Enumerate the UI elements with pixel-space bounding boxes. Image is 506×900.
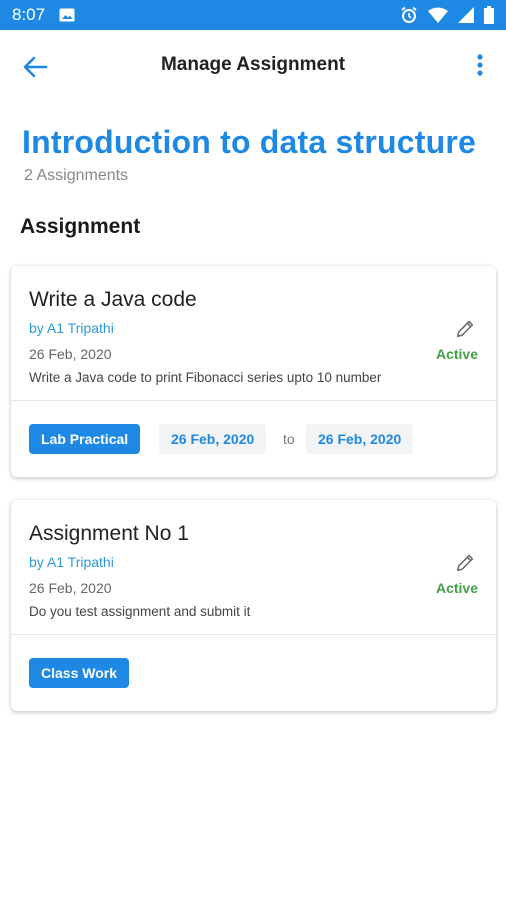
status-bar: 8:07 — [0, 0, 506, 30]
app-bar: Manage Assignment — [0, 30, 506, 102]
edit-icon[interactable] — [454, 552, 476, 574]
section-title: Assignment — [20, 215, 141, 238]
assignment-author[interactable]: by A1 Tripathi — [29, 554, 114, 570]
divider — [11, 634, 496, 635]
date-range-separator: to — [283, 431, 295, 447]
assignment-card[interactable]: Assignment No 1 by A1 Tripathi 26 Feb, 2… — [11, 500, 496, 711]
assignment-date: 26 Feb, 2020 — [29, 346, 112, 362]
start-date: 26 Feb, 2020 — [159, 424, 267, 454]
course-title: Introduction to data structure — [22, 124, 476, 160]
assignment-name: Write a Java code — [29, 288, 197, 311]
assignment-date: 26 Feb, 2020 — [29, 580, 112, 596]
status-time: 8:07 — [12, 5, 46, 24]
assignment-description: Write a Java code to print Fibonacci ser… — [29, 370, 382, 385]
edit-icon[interactable] — [454, 318, 476, 340]
end-date: 26 Feb, 2020 — [306, 424, 414, 454]
status-badge: Active — [435, 580, 478, 596]
assignment-type-chip[interactable]: Lab Practical — [29, 424, 141, 454]
signal-icon — [458, 7, 474, 23]
image-icon — [59, 8, 75, 22]
alarm-icon — [401, 6, 417, 23]
assignment-description: Do you test assignment and submit it — [29, 604, 251, 619]
battery-icon — [484, 6, 494, 24]
status-badge: Active — [435, 346, 478, 362]
assignment-card[interactable]: Write a Java code by A1 Tripathi 26 Feb,… — [11, 266, 496, 477]
assignment-count: 2 Assignments — [24, 167, 129, 184]
assignment-name: Assignment No 1 — [29, 522, 189, 545]
assignment-type-chip[interactable]: Class Work — [29, 658, 129, 688]
status-icons — [400, 6, 494, 24]
page-title: Manage Assignment — [160, 54, 346, 75]
wifi-icon — [428, 7, 448, 23]
divider — [11, 400, 496, 401]
assignment-author[interactable]: by A1 Tripathi — [29, 320, 114, 336]
more-vert-icon[interactable] — [474, 52, 486, 82]
